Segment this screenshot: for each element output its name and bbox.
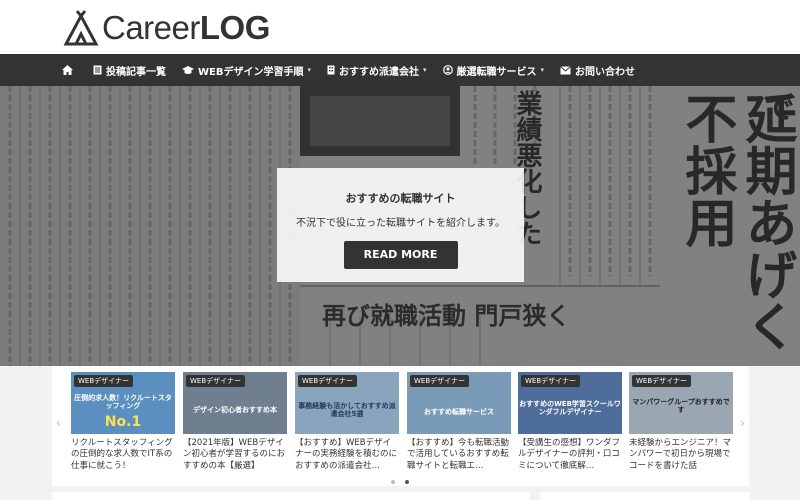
category-badge: WEBデザイナー [74,375,134,387]
document-icon [93,65,102,75]
sidebar-panel [540,492,749,500]
slide-thumbnail: WEBデザイナー デザイン初心者おすすめ本 [183,372,287,434]
nav-label: お問い合わせ [575,66,636,78]
envelope-icon [560,65,571,75]
logo-text: CareerLOG [102,9,270,46]
site-header: CareerLOG [0,0,800,54]
carousel-slide[interactable]: WEBデザイナー 事務経験も活かしておすすめ派遣会社5選 【おすすめ】WEBデザ… [295,372,399,474]
nav-agencies[interactable]: おすすめ派遣会社 ▾ [327,63,427,78]
featured-card: おすすめの転職サイト 不況下で役に立った転職サイトを紹介します。 READ MO… [277,168,524,282]
slide-thumbnail: WEBデザイナー 圧倒的求人数！リクルートスタッフィング No.1 [71,372,175,434]
site-logo[interactable]: CareerLOG [62,8,270,48]
category-badge: WEBデザイナー [298,375,358,387]
carousel-slide[interactable]: WEBデザイナー デザイン初心者おすすめ本 【2021年版】WEBデザイン初心者… [183,372,287,474]
thumb-caption: デザイン初心者おすすめ本 [193,406,277,414]
carousel-pagination [0,480,800,484]
thumb-caption: おすすめ転職サービス [424,408,494,416]
carousel-slide[interactable]: WEBデザイナー マンパワーグループおすすめです 未経験からエンジニア！マンパワ… [629,372,733,474]
thumb-caption: 事務経験も活かしておすすめ派遣会社5選 [298,402,396,419]
nav-label: WEBデザイン学習手順 [198,66,304,78]
thumb-caption: マンパワーグループおすすめです [632,398,730,415]
building-icon [327,65,335,75]
home-icon [62,65,73,75]
carousel-dot[interactable] [391,480,395,484]
slide-title: 【おすすめ】今も転職活動で活用しているおすすめ転職サイトと転職エ… [407,438,510,471]
nav-label: 厳選転職サービス [456,66,537,78]
carousel-dot-active[interactable] [405,480,409,484]
nav-label: おすすめ派遣会社 [339,66,419,78]
category-badge: WEBデザイナー [632,375,692,387]
slide-title: リクルートスタッフィングの圧倒的な求人数でIT系の仕事に就こう！ [71,438,173,471]
category-badge: WEBデザイナー [521,375,581,387]
main-content-panel [52,492,530,500]
chevron-right-icon[interactable]: › [740,416,745,430]
slide-title: 【2021年版】WEBデザイン初心者が学習するのにおすすめの本【厳選】 [183,438,286,471]
nav-contact[interactable]: お問い合わせ [560,63,635,78]
slide-title: 【受講生の感想】ワンダフルデザイナーの評判・口コミについて徹底解… [518,438,621,471]
slide-thumbnail: WEBデザイナー おすすめ転職サービス [407,372,511,434]
slide-thumbnail: WEBデザイナー おすすめのWEB学習スクールワンダフルデザイナー [518,372,622,434]
featured-subtitle: 不況下で役に立った転職サイトを紹介します。 [296,218,505,229]
category-badge: WEBデザイナー [186,375,246,387]
carousel-slide[interactable]: WEBデザイナー おすすめ転職サービス 【おすすめ】今も転職活動で活用しているお… [407,372,511,474]
slide-thumbnail: WEBデザイナー 事務経験も活かしておすすめ派遣会社5選 [295,372,399,434]
chevron-down-icon: ▾ [423,66,427,74]
nav-job-services[interactable]: 厳選転職サービス ▾ [442,63,545,78]
chevron-down-icon: ▾ [307,66,311,74]
nav-web-design-steps[interactable]: WEBデザイン学習手順 ▾ [182,63,311,78]
nav-home[interactable] [62,65,77,75]
read-more-button[interactable]: READ MORE [343,241,458,269]
user-circle-icon [442,65,453,75]
category-badge: WEBデザイナー [410,375,470,387]
slide-thumbnail: WEBデザイナー マンパワーグループおすすめです [629,372,733,434]
thumb-caption: おすすめのWEB学習スクールワンダフルデザイナー [519,400,621,417]
thumb-big-text: No.1 [104,414,142,430]
chevron-left-icon[interactable]: ‹ [56,416,61,430]
post-carousel: ‹ › WEBデザイナー 圧倒的求人数！リクルートスタッフィング No.1 リク… [52,366,749,486]
featured-title: おすすめの転職サイト [345,192,456,205]
tent-logo-icon [63,10,99,46]
chevron-down-icon: ▾ [540,66,545,74]
nav-post-list[interactable]: 投稿記事一覧 [93,63,166,78]
carousel-slide[interactable]: WEBデザイナー 圧倒的求人数！リクルートスタッフィング No.1 リクルートス… [71,372,175,474]
graduation-cap-icon [182,65,194,75]
thumb-caption: 圧倒的求人数！リクルートスタッフィング [74,394,172,411]
slide-title: 未経験からエンジニア！マンパワーで初日から現場でコードを書けた話 [629,438,732,471]
main-nav: 投稿記事一覧 WEBデザイン学習手順 ▾ おすすめ派遣会社 ▾ 厳選転職サービス… [0,54,800,86]
carousel-slide[interactable]: WEBデザイナー おすすめのWEB学習スクールワンダフルデザイナー 【受講生の感… [518,372,622,474]
slide-title: 【おすすめ】WEBデザイナーの実務経験を積むのにおすすめの派遣会社… [295,438,398,471]
nav-label: 投稿記事一覧 [106,66,166,78]
